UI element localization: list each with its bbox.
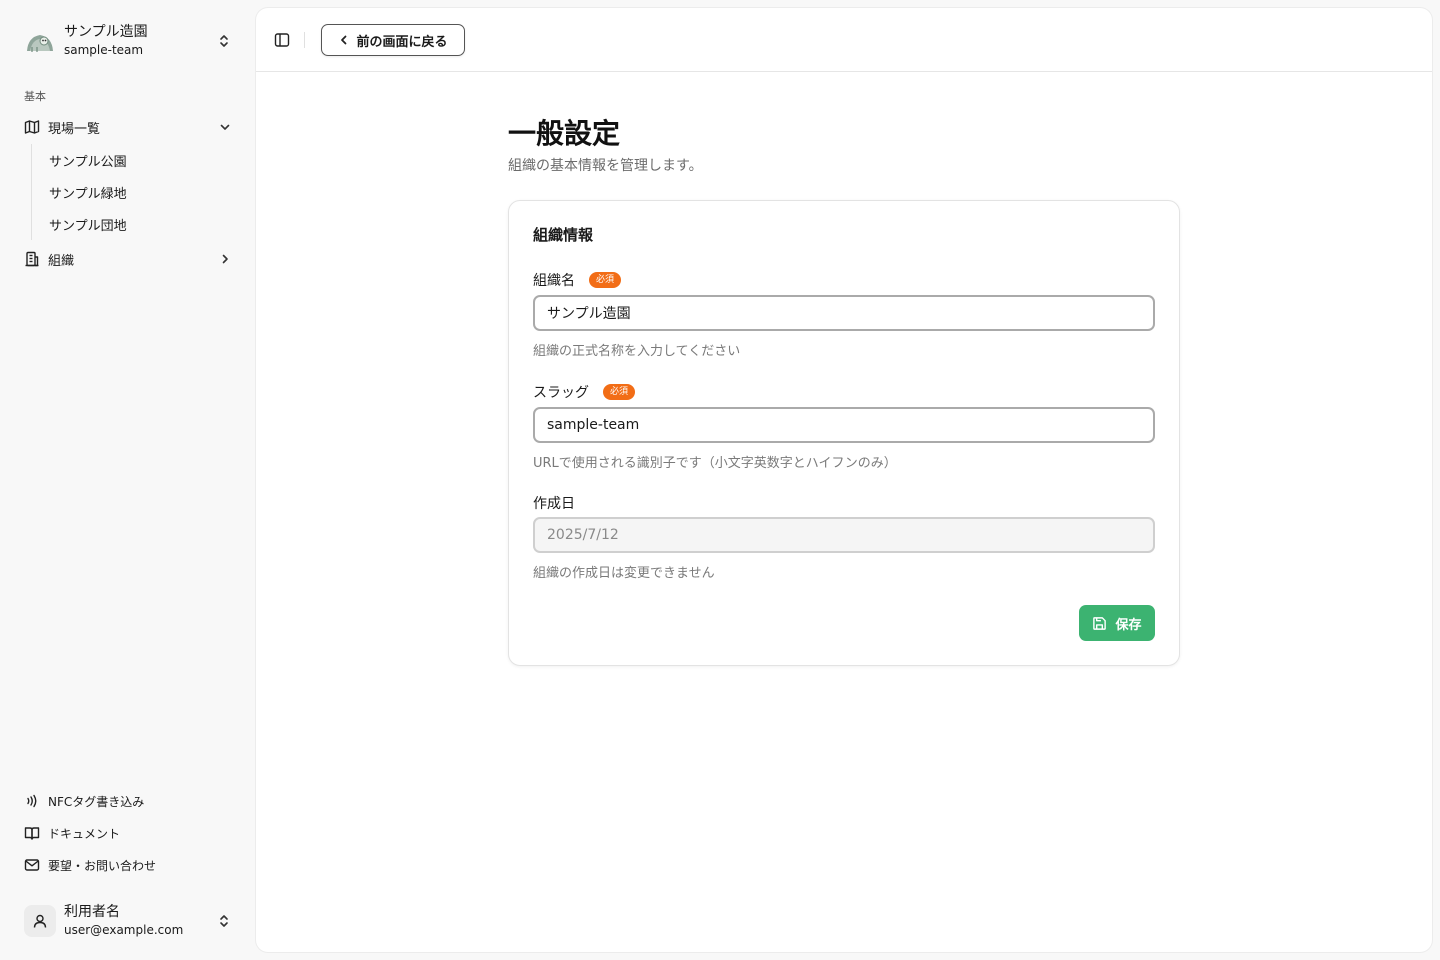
slug-help: URLで使用される識別子です（小文字英数字とハイフンのみ）	[533, 456, 897, 471]
top-bar: 前の画面に戻る	[256, 8, 1432, 72]
topbar-divider	[304, 32, 305, 48]
building-icon	[25, 251, 39, 267]
card-title: 組織情報	[533, 226, 594, 244]
team-switcher[interactable]: サンプル造園 sample-team	[16, 18, 240, 64]
sidebar-item-label: ドキュメント	[48, 826, 121, 841]
sidebar-item-contact[interactable]: 要望・お問い合わせ	[16, 851, 240, 879]
org-info-card: 組織情報 組織名 必須 組織の正式名称を入力してください スラッグ 必須 URL…	[508, 200, 1180, 666]
user-text: 利用者名 user@example.com	[64, 904, 216, 937]
chevrons-up-down-icon	[220, 915, 228, 927]
sidebar-subitem-site[interactable]: サンプル緑地	[32, 176, 240, 208]
sidebar-item-sites[interactable]: 現場一覧	[16, 112, 240, 142]
sidebar-subitem-site[interactable]: サンプル公園	[32, 144, 240, 176]
org-name-label: 組織名 必須	[533, 270, 622, 290]
back-button[interactable]: 前の画面に戻る	[321, 24, 465, 56]
required-badge: 必須	[589, 272, 622, 288]
sidebar-item-label: 現場一覧	[48, 121, 101, 137]
user-name: 利用者名	[64, 904, 120, 921]
book-icon	[24, 827, 40, 840]
user-icon	[33, 914, 47, 928]
save-icon	[1093, 616, 1107, 630]
nfc-icon	[27, 794, 37, 808]
avatar	[24, 905, 56, 937]
slug-label: スラッグ 必須	[533, 382, 636, 402]
sites-sub-list: サンプル公園 サンプル緑地 サンプル団地	[31, 144, 240, 240]
sidebar-item-org[interactable]: 組織	[16, 244, 240, 274]
org-name-input[interactable]	[533, 295, 1155, 331]
chevron-down-icon	[220, 124, 230, 130]
page-description: 組織の基本情報を管理します。	[508, 158, 703, 174]
team-name: サンプル造園	[64, 24, 148, 41]
nav-group-label: 基本	[24, 90, 46, 103]
required-badge: 必須	[603, 384, 636, 400]
chevron-right-icon	[222, 254, 228, 264]
created-help: 組織の作成日は変更できません	[533, 566, 715, 581]
sidebar-toggle-button[interactable]	[270, 28, 294, 52]
map-icon	[24, 120, 40, 134]
team-slug: sample-team	[64, 43, 144, 58]
created-date-input	[533, 517, 1155, 553]
app-root: サンプル造園 sample-team 基本 現場一覧 サンプル公園 サンプル緑地…	[0, 0, 1440, 960]
sidebar-item-label: NFCタグ書き込み	[48, 794, 145, 809]
sidebar-item-label: 組織	[48, 253, 75, 269]
user-switcher[interactable]: 利用者名 user@example.com	[16, 898, 240, 944]
sidebar: サンプル造園 sample-team 基本 現場一覧 サンプル公園 サンプル緑地…	[0, 0, 256, 960]
team-text: サンプル造園 sample-team	[64, 24, 216, 57]
chevrons-up-down-icon	[220, 35, 228, 47]
sidebar-item-nfc[interactable]: NFCタグ書き込み	[16, 787, 240, 815]
sidebar-item-label: 要望・お問い合わせ	[48, 858, 157, 873]
sidebar-item-docs[interactable]: ドキュメント	[16, 819, 240, 847]
main-panel: 前の画面に戻る 一般設定 組織の基本情報を管理します。 組織情報 組織名 必須 …	[256, 8, 1432, 952]
created-label: 作成日	[533, 493, 575, 513]
field-label-text: 組織名	[533, 273, 575, 289]
back-button-label: 前の画面に戻る	[356, 34, 448, 50]
panel-left-icon	[274, 33, 290, 47]
slug-input[interactable]	[533, 407, 1155, 443]
team-logo-icon	[27, 35, 53, 52]
sidebar-subitem-site[interactable]: サンプル団地	[32, 208, 240, 240]
mail-icon	[24, 859, 40, 871]
save-button[interactable]: 保存	[1079, 605, 1155, 641]
org-name-help: 組織の正式名称を入力してください	[533, 344, 741, 359]
save-button-label: 保存	[1115, 617, 1142, 633]
field-label-text: 作成日	[533, 496, 575, 512]
field-label-text: スラッグ	[533, 385, 589, 401]
chevron-left-icon	[341, 35, 347, 45]
page-title: 一般設定	[508, 117, 621, 150]
user-email: user@example.com	[64, 923, 184, 938]
